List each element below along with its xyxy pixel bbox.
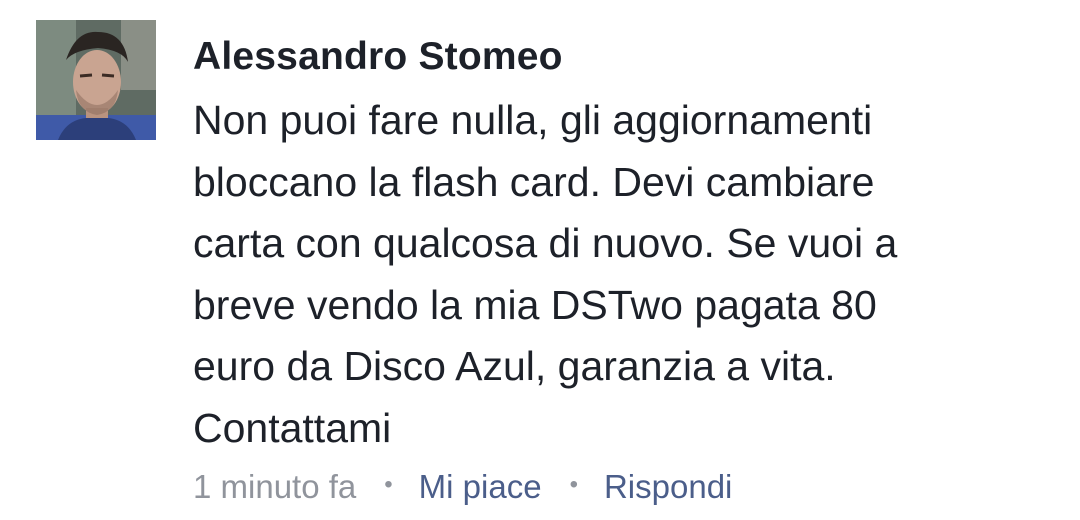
comment-body: Non puoi fare nulla, gli aggiornamenti b… [193,90,1053,459]
comment-line: Non puoi fare nulla, gli aggiornamenti [193,97,873,143]
comment-line: carta con qualcosa di nuovo. Se vuoi a [193,220,898,266]
comment-author[interactable]: Alessandro Stomeo [193,32,563,82]
profile-photo-icon [36,20,156,140]
comment: Alessandro Stomeo Non puoi fare nulla, g… [0,0,1080,520]
comment-line: breve vendo la mia DSTwo pagata 80 [193,281,877,328]
comment-timestamp[interactable]: 1 minuto fa [193,468,356,505]
comment-line: Contattami [193,404,392,451]
comment-meta: 1 minuto fa • Mi piace • Rispondi [193,466,732,510]
like-button[interactable]: Mi piace [419,468,542,505]
comment-line: euro da Disco Azul, garanzia a vita. [193,343,836,389]
reply-button[interactable]: Rispondi [604,468,732,505]
separator-dot: • [569,471,578,499]
comment-line: bloccano la flash card. Devi cambiare [193,158,875,205]
separator-dot: • [384,471,393,499]
avatar[interactable] [36,20,156,140]
